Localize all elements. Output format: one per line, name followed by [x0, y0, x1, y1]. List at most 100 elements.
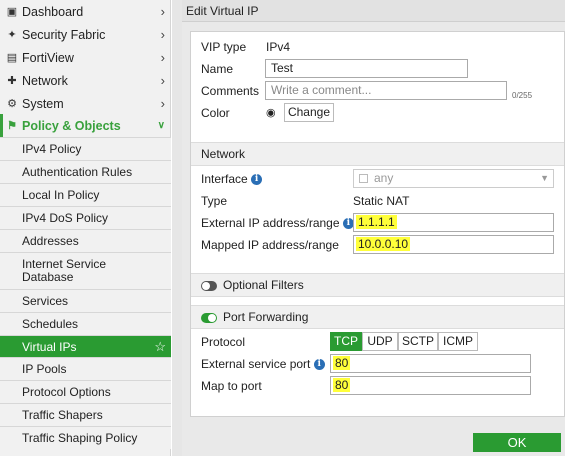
external-port-label: External service port i: [201, 357, 325, 371]
protocol-label: Protocol: [201, 335, 246, 349]
dashboard-icon: ▣: [6, 6, 18, 18]
info-icon[interactable]: i: [313, 359, 325, 371]
sidebar-item-label: Local In Policy: [22, 188, 100, 202]
chevron-down-icon: ▼: [540, 173, 549, 183]
external-port-label-text: External service port: [201, 357, 311, 371]
star-icon[interactable]: ☆: [154, 339, 166, 355]
sidebar-item-label: Network: [22, 73, 68, 88]
external-ip-value: 1.1.1.1: [356, 215, 397, 229]
protocol-udp-button[interactable]: UDP: [362, 332, 398, 351]
type-value: Static NAT: [353, 194, 410, 208]
optional-filters-label: Optional Filters: [223, 278, 304, 292]
network-section-header: Network: [191, 142, 564, 166]
fortiview-icon: ▤: [6, 52, 18, 64]
map-port-field[interactable]: 80: [330, 376, 531, 395]
external-port-field[interactable]: 80: [330, 354, 531, 373]
sidebar-item-virtual-ips[interactable]: Virtual IPs ☆: [0, 335, 171, 357]
sidebar-item-security-fabric[interactable]: ✦ Security Fabric ›: [0, 23, 171, 46]
interface-label-text: Interface: [201, 172, 248, 186]
port-forwarding-toggle[interactable]: [201, 312, 217, 323]
port-forwarding-label: Port Forwarding: [223, 310, 309, 324]
sidebar-item-label: IPv4 Policy: [22, 142, 82, 156]
external-ip-field[interactable]: 1.1.1.1: [353, 213, 554, 232]
chevron-right-icon: ›: [160, 73, 165, 88]
sidebar: ▣ Dashboard › ✦ Security Fabric › ▤ Fort…: [0, 0, 171, 456]
sidebar-item-label: FortiView: [22, 50, 74, 65]
sidebar-item-label: Addresses: [22, 234, 79, 248]
sidebar-item-label: Security Fabric: [22, 27, 106, 42]
info-icon[interactable]: i: [251, 174, 263, 186]
vip-type-label: VIP type: [201, 40, 247, 54]
map-port-label: Map to port: [201, 379, 262, 393]
sidebar-item-traffic-shapers[interactable]: Traffic Shapers: [0, 403, 171, 426]
sidebar-item-protocol-options[interactable]: Protocol Options: [0, 380, 171, 403]
security-fabric-icon: ✦: [7, 29, 17, 41]
sidebar-item-local-in-policy[interactable]: Local In Policy: [0, 183, 171, 206]
sidebar-item-dashboard[interactable]: ▣ Dashboard ›: [0, 0, 171, 23]
chevron-right-icon: ›: [160, 96, 165, 111]
sidebar-item-label: Policy & Objects: [22, 118, 121, 133]
ok-button[interactable]: OK: [473, 433, 561, 452]
sidebar-item-label: Dashboard: [22, 4, 84, 19]
sidebar-item-internet-service-database[interactable]: Internet Service Database: [0, 252, 171, 289]
sidebar-item-label: Virtual IPs: [22, 339, 77, 354]
sidebar-item-label: Traffic Shaping Policy: [22, 431, 138, 445]
policy-objects-icon: ⚑: [7, 120, 17, 132]
chevron-right-icon: ›: [160, 4, 165, 19]
color-change-button[interactable]: Change: [284, 103, 334, 122]
interface-label: Interface i: [201, 172, 263, 186]
chevron-right-icon: ›: [160, 27, 165, 42]
sidebar-item-ipv4-dos-policy[interactable]: IPv4 DoS Policy: [0, 206, 171, 229]
map-port-value: 80: [333, 378, 351, 392]
port-forwarding-header: Port Forwarding: [191, 305, 564, 329]
color-label: Color: [201, 106, 230, 120]
protocol-icmp-button[interactable]: ICMP: [438, 332, 478, 351]
sidebar-item-label: System: [22, 96, 64, 111]
sidebar-item-schedules[interactable]: Schedules: [0, 312, 171, 335]
sidebar-item-label: Traffic Shapers: [22, 408, 103, 422]
checkbox-icon: [359, 174, 368, 184]
sidebar-item-policy-objects[interactable]: ⚑ Policy & Objects ∨: [0, 114, 171, 137]
optional-filters-toggle[interactable]: [201, 280, 217, 291]
name-field[interactable]: Test: [265, 59, 468, 78]
comments-field[interactable]: Write a comment...: [265, 81, 507, 100]
external-port-value: 80: [333, 356, 351, 370]
interface-value: any: [374, 171, 394, 185]
color-palette-icon: ◉: [266, 107, 276, 119]
sidebar-item-services[interactable]: Services: [0, 289, 171, 312]
mapped-ip-value: 10.0.0.10: [356, 237, 411, 251]
sidebar-item-label: Database: [22, 270, 74, 284]
sidebar-item-label: IPv4 DoS Policy: [22, 211, 109, 225]
mapped-ip-field[interactable]: 10.0.0.10: [353, 235, 554, 254]
comments-label: Comments: [201, 84, 260, 98]
sidebar-item-label: Authentication Rules: [22, 165, 133, 179]
sidebar-item-label: Services: [22, 294, 69, 308]
mapped-ip-label: Mapped IP address/range: [201, 238, 339, 252]
sidebar-item-label: Protocol Options: [22, 385, 111, 399]
interface-select[interactable]: any ▼: [353, 169, 554, 188]
external-ip-label-text: External IP address/range: [201, 216, 340, 230]
chevron-right-icon: ›: [160, 50, 165, 65]
sidebar-item-label: IP Pools: [22, 362, 67, 376]
sidebar-item-addresses[interactable]: Addresses: [0, 229, 171, 252]
dialog-title: Edit Virtual IP: [182, 0, 565, 22]
sidebar-item-system[interactable]: ⚙ System ›: [0, 92, 171, 115]
name-label: Name: [201, 62, 234, 76]
comments-char-count: 0/255: [512, 91, 533, 100]
sidebar-item-ipv4-policy[interactable]: IPv4 Policy: [0, 137, 171, 160]
chevron-down-icon: ∨: [157, 120, 165, 131]
protocol-sctp-button[interactable]: SCTP: [398, 332, 438, 351]
type-label: Type: [201, 194, 228, 208]
external-ip-label: External IP address/range i: [201, 216, 354, 230]
protocol-tcp-button[interactable]: TCP: [330, 332, 362, 351]
sidebar-gutter: [172, 0, 182, 456]
sidebar-item-network[interactable]: ✚ Network ›: [0, 69, 171, 92]
sidebar-item-ip-pools[interactable]: IP Pools: [0, 357, 171, 380]
sidebar-item-label: Schedules: [22, 317, 79, 331]
sidebar-item-traffic-shaping-policy[interactable]: Traffic Shaping Policy: [0, 426, 171, 449]
system-icon: ⚙: [7, 98, 17, 110]
vip-type-value: IPv4: [266, 40, 291, 54]
sidebar-item-authentication-rules[interactable]: Authentication Rules: [0, 160, 171, 183]
optional-filters-header: Optional Filters: [191, 273, 564, 297]
sidebar-item-fortiview[interactable]: ▤ FortiView ›: [0, 46, 171, 69]
